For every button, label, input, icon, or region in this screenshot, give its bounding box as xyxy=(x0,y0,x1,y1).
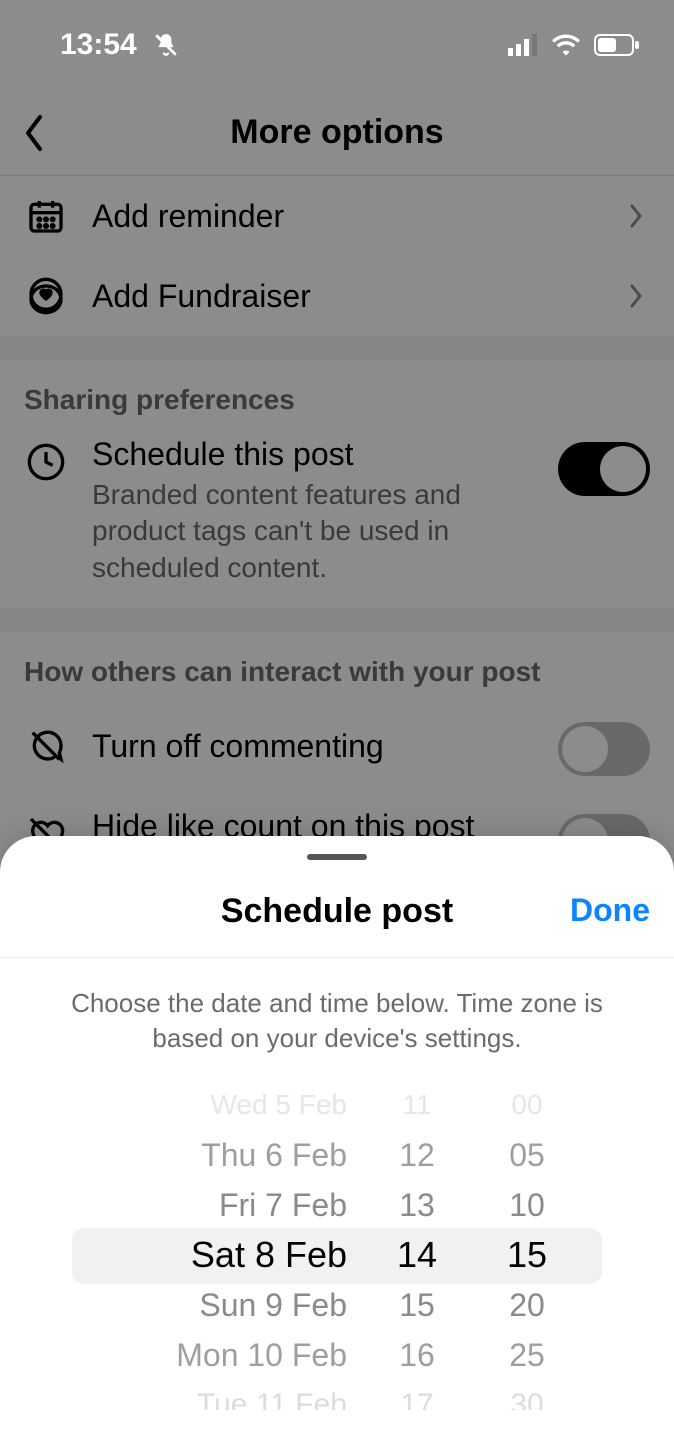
picker-item[interactable]: 13 xyxy=(399,1180,435,1230)
schedule-post-sheet: Schedule post Done Choose the date and t… xyxy=(0,836,674,1432)
picker-item[interactable]: Sun 9 Feb xyxy=(199,1280,347,1330)
page-title: More options xyxy=(230,113,443,152)
sheet-description: Choose the date and time below. Time zon… xyxy=(0,958,674,1072)
row-schedule-post: Schedule this post Branded content featu… xyxy=(0,426,674,608)
picker-item[interactable]: Mon 10 Feb xyxy=(176,1330,347,1380)
picker-item[interactable]: 05 xyxy=(509,1130,545,1180)
row-label: Turn off commenting xyxy=(92,728,534,765)
picker-item[interactable]: 10 xyxy=(509,1180,545,1230)
picker-item[interactable]: 25 xyxy=(509,1330,545,1380)
picker-column-minute[interactable]: 00 05 10 15 20 25 30 xyxy=(487,1080,567,1410)
picker-item[interactable]: Fri 7 Feb xyxy=(219,1180,347,1230)
chevron-right-icon xyxy=(622,282,650,310)
picker-item[interactable]: 30 xyxy=(510,1380,543,1410)
calendar-icon xyxy=(24,194,68,238)
datetime-picker[interactable]: Wed 5 Feb Thu 6 Feb Fri 7 Feb Sat 8 Feb … xyxy=(0,1080,674,1410)
schedule-title: Schedule this post xyxy=(92,436,522,473)
picker-item-selected[interactable]: Sat 8 Feb xyxy=(191,1230,347,1280)
picker-item[interactable]: Thu 6 Feb xyxy=(201,1130,347,1180)
toggle-schedule-post[interactable] xyxy=(558,442,650,496)
section-sharing-title: Sharing preferences xyxy=(0,360,674,426)
picker-item[interactable]: 11 xyxy=(402,1080,431,1130)
row-add-fundraiser[interactable]: Add Fundraiser xyxy=(0,256,674,336)
divider xyxy=(0,336,674,360)
picker-item[interactable]: 17 xyxy=(400,1380,433,1410)
picker-item-selected[interactable]: 15 xyxy=(507,1230,547,1280)
status-time: 13:54 xyxy=(60,28,137,62)
picker-item-selected[interactable]: 14 xyxy=(397,1230,437,1280)
picker-column-hour[interactable]: 11 12 13 14 15 16 17 xyxy=(377,1080,457,1410)
row-add-reminder[interactable]: Add reminder xyxy=(0,176,674,256)
done-button[interactable]: Done xyxy=(570,892,650,929)
chevron-right-icon xyxy=(622,202,650,230)
picker-item[interactable]: 20 xyxy=(509,1280,545,1330)
page-header: More options xyxy=(0,90,674,176)
picker-item[interactable]: 00 xyxy=(511,1080,542,1130)
picker-item[interactable]: 16 xyxy=(399,1330,435,1380)
battery-icon xyxy=(594,34,640,56)
toggle-commenting[interactable] xyxy=(558,722,650,776)
cellular-signal-icon xyxy=(508,34,538,56)
heart-coin-icon xyxy=(24,274,68,318)
bell-mute-icon xyxy=(153,32,179,58)
schedule-subtitle: Branded content features and product tag… xyxy=(92,477,522,586)
row-turn-off-commenting: Turn off commenting xyxy=(0,698,674,794)
comment-off-icon xyxy=(24,724,68,768)
picker-item[interactable]: Tue 11 Feb xyxy=(197,1380,347,1410)
picker-item[interactable]: 12 xyxy=(399,1130,435,1180)
clock-icon xyxy=(24,440,68,484)
picker-item[interactable]: 15 xyxy=(399,1280,435,1330)
wifi-icon xyxy=(552,34,580,56)
divider xyxy=(0,608,674,632)
row-label: Add reminder xyxy=(92,198,598,235)
row-label: Add Fundraiser xyxy=(92,278,598,315)
picker-column-date[interactable]: Wed 5 Feb Thu 6 Feb Fri 7 Feb Sat 8 Feb … xyxy=(107,1080,347,1410)
section-interact-title: How others can interact with your post xyxy=(0,632,674,698)
back-button[interactable] xyxy=(10,109,58,157)
picker-item[interactable]: Wed 5 Feb xyxy=(211,1080,347,1130)
status-bar: 13:54 xyxy=(0,0,674,90)
